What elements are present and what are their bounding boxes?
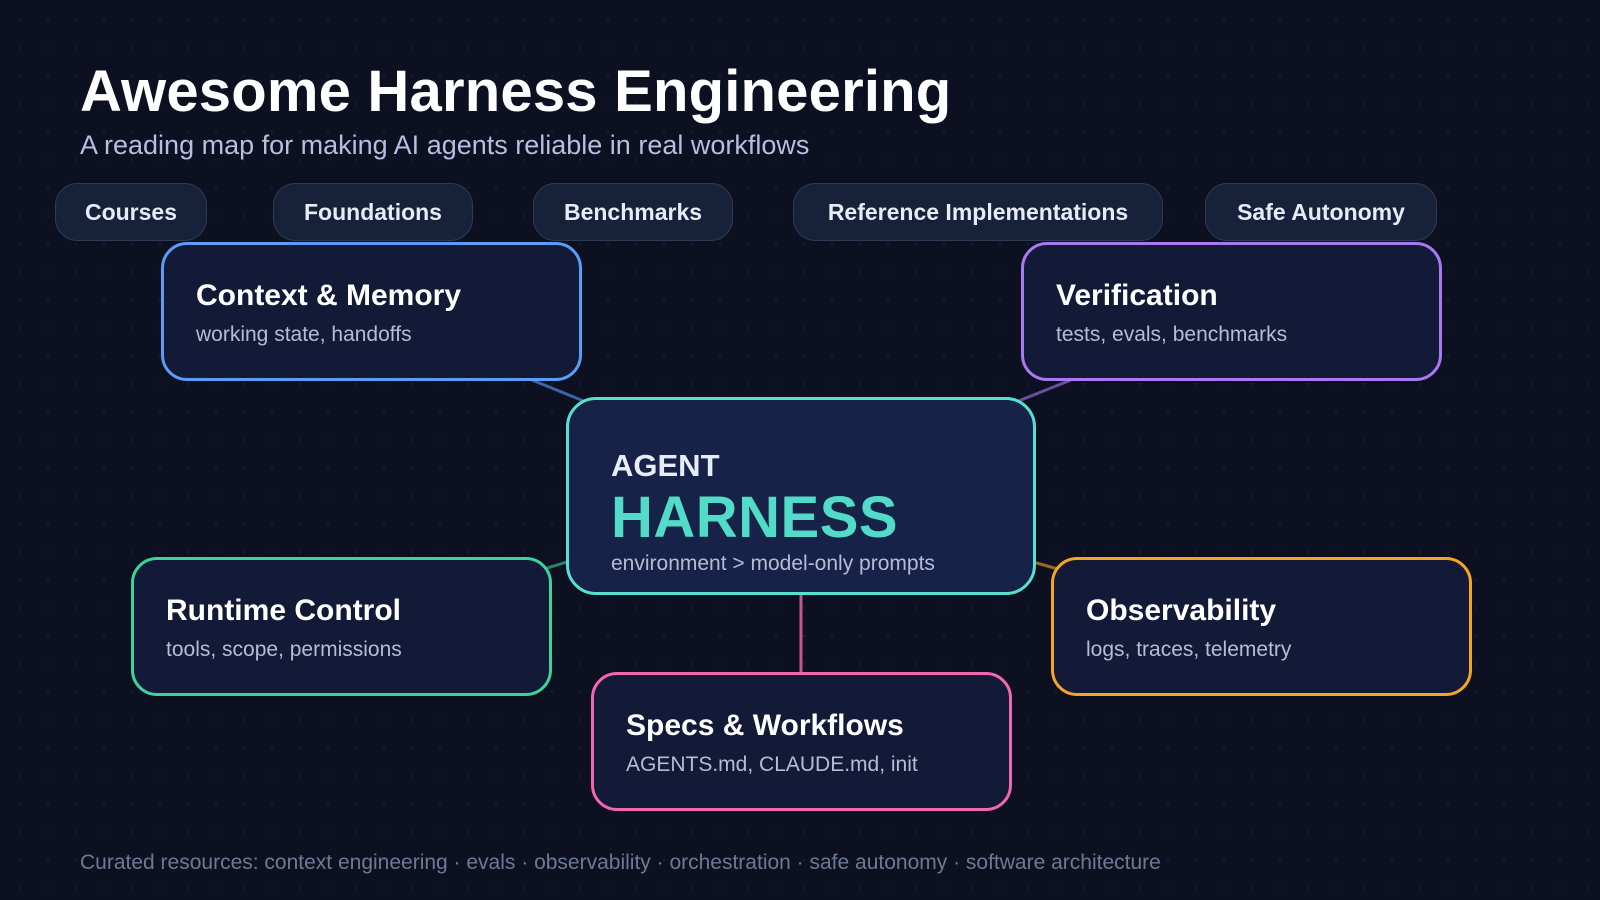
node-verification-title: Verification: [1056, 279, 1218, 312]
node-runtime-control[interactable]: Runtime Control tools, scope, permission…: [131, 557, 552, 696]
category-pill-reference-implementations[interactable]: Reference Implementations: [793, 183, 1163, 241]
node-context-memory-title: Context & Memory: [196, 279, 462, 312]
node-verification[interactable]: Verification tests, evals, benchmarks: [1021, 242, 1442, 381]
node-observability-title: Observability: [1086, 594, 1277, 627]
category-pill-benchmarks[interactable]: Benchmarks: [533, 183, 733, 241]
hub-title: HARNESS: [611, 485, 899, 550]
connector-verification: [1015, 378, 1072, 404]
node-context-memory[interactable]: Context & Memory working state, handoffs: [161, 242, 582, 381]
category-pill-courses[interactable]: Courses: [55, 183, 207, 241]
footer-resources: Curated resources: context engineering ·…: [80, 851, 1161, 874]
node-specs-workflows-title: Specs & Workflows: [626, 709, 904, 742]
node-runtime-control-description: tools, scope, permissions: [166, 638, 402, 661]
node-observability[interactable]: Observability logs, traces, telemetry: [1051, 557, 1472, 696]
page-title: Awesome Harness Engineering: [80, 59, 952, 124]
category-pill-foundations[interactable]: Foundations: [273, 183, 473, 241]
hub-label: AGENT: [611, 448, 720, 483]
category-pill-safe-autonomy[interactable]: Safe Autonomy: [1205, 183, 1437, 241]
hub-description: environment > model-only prompts: [611, 552, 935, 575]
agent-harness-hub[interactable]: AGENT HARNESS environment > model-only p…: [566, 397, 1036, 595]
node-observability-description: logs, traces, telemetry: [1086, 638, 1292, 661]
node-specs-workflows-description: AGENTS.md, CLAUDE.md, init: [626, 753, 918, 776]
node-specs-workflows[interactable]: Specs & Workflows AGENTS.md, CLAUDE.md, …: [591, 672, 1012, 811]
connector-context-memory: [531, 378, 587, 404]
page-subtitle: A reading map for making AI agents relia…: [80, 130, 810, 160]
node-verification-description: tests, evals, benchmarks: [1056, 323, 1288, 346]
node-context-memory-description: working state, handoffs: [196, 323, 412, 346]
node-runtime-control-title: Runtime Control: [166, 594, 401, 627]
